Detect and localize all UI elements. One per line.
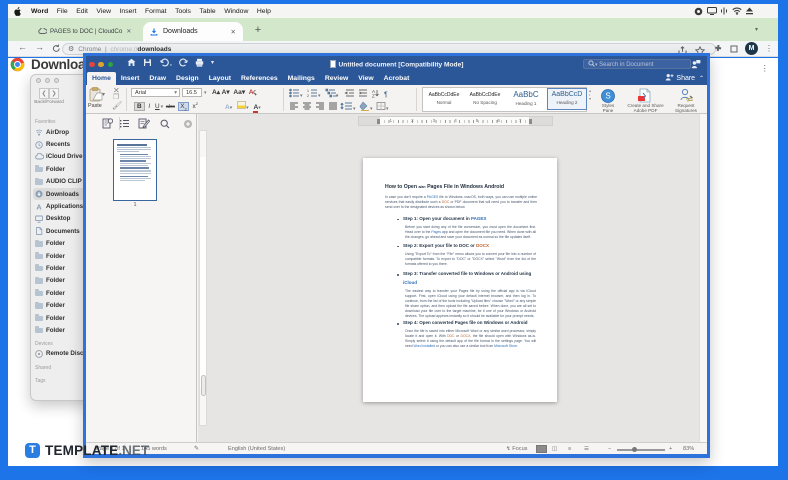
svg-text:▾: ▾	[353, 106, 356, 111]
svg-text:▾: ▾	[318, 93, 321, 98]
svg-text:S: S	[605, 92, 610, 101]
svg-text:¶: ¶	[384, 92, 388, 99]
svg-text:Z: Z	[372, 94, 375, 99]
svg-text:A: A	[36, 203, 42, 211]
svg-text:▾: ▾	[370, 106, 373, 111]
svg-text:2: 2	[307, 94, 309, 98]
svg-text:1: 1	[307, 89, 309, 93]
svg-text:▾: ▾	[300, 93, 303, 98]
svg-text:▾: ▾	[336, 93, 339, 98]
svg-text:▾: ▾	[386, 106, 389, 111]
